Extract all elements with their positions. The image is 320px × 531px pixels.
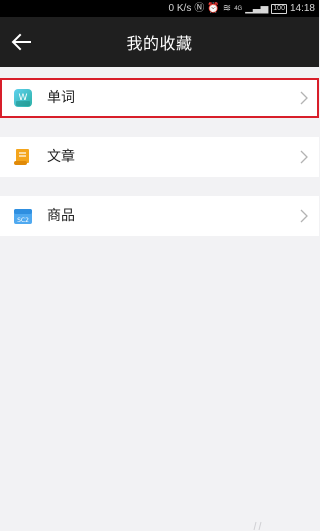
favorite-row-words[interactable]: W 单词: [0, 78, 319, 118]
svg-text:SC2: SC2: [17, 217, 29, 224]
alarm-icon: ⏰: [207, 2, 220, 14]
page-title: 我的收藏: [126, 34, 193, 53]
word-app-icon: W: [14, 89, 32, 107]
arrow-left-icon: [11, 33, 31, 51]
chevron-right-icon: [300, 91, 308, 105]
signal-icon: ▁▃▅: [245, 2, 269, 14]
network-type: 4G: [234, 5, 243, 12]
svg-text:W: W: [19, 93, 28, 103]
shop-icon: SC2: [14, 209, 32, 224]
navigation-bar: 我的收藏: [0, 17, 319, 67]
status-bar: 0 K/s Ⓝ ⏰ ≋ 4G ▁▃▅ 100 14:18: [0, 0, 319, 17]
favorite-label: 单词: [47, 90, 75, 106]
battery-level: 100: [271, 3, 287, 14]
favorite-label: 文章: [47, 149, 75, 165]
nfc-icon: Ⓝ: [194, 2, 205, 14]
clock: 14:18: [289, 3, 315, 14]
favorite-row-products[interactable]: SC2 商品: [0, 196, 319, 236]
scroll-icon: [14, 149, 29, 165]
chevron-right-icon: [300, 150, 308, 164]
wifi-icon: ≋: [222, 2, 232, 14]
favorite-row-articles[interactable]: 文章: [0, 137, 319, 177]
network-speed: 0 K/s: [168, 3, 192, 14]
watermark-mark: [253, 521, 262, 531]
favorite-label: 商品: [47, 208, 75, 224]
back-button[interactable]: [8, 30, 34, 54]
chevron-right-icon: [300, 209, 308, 223]
